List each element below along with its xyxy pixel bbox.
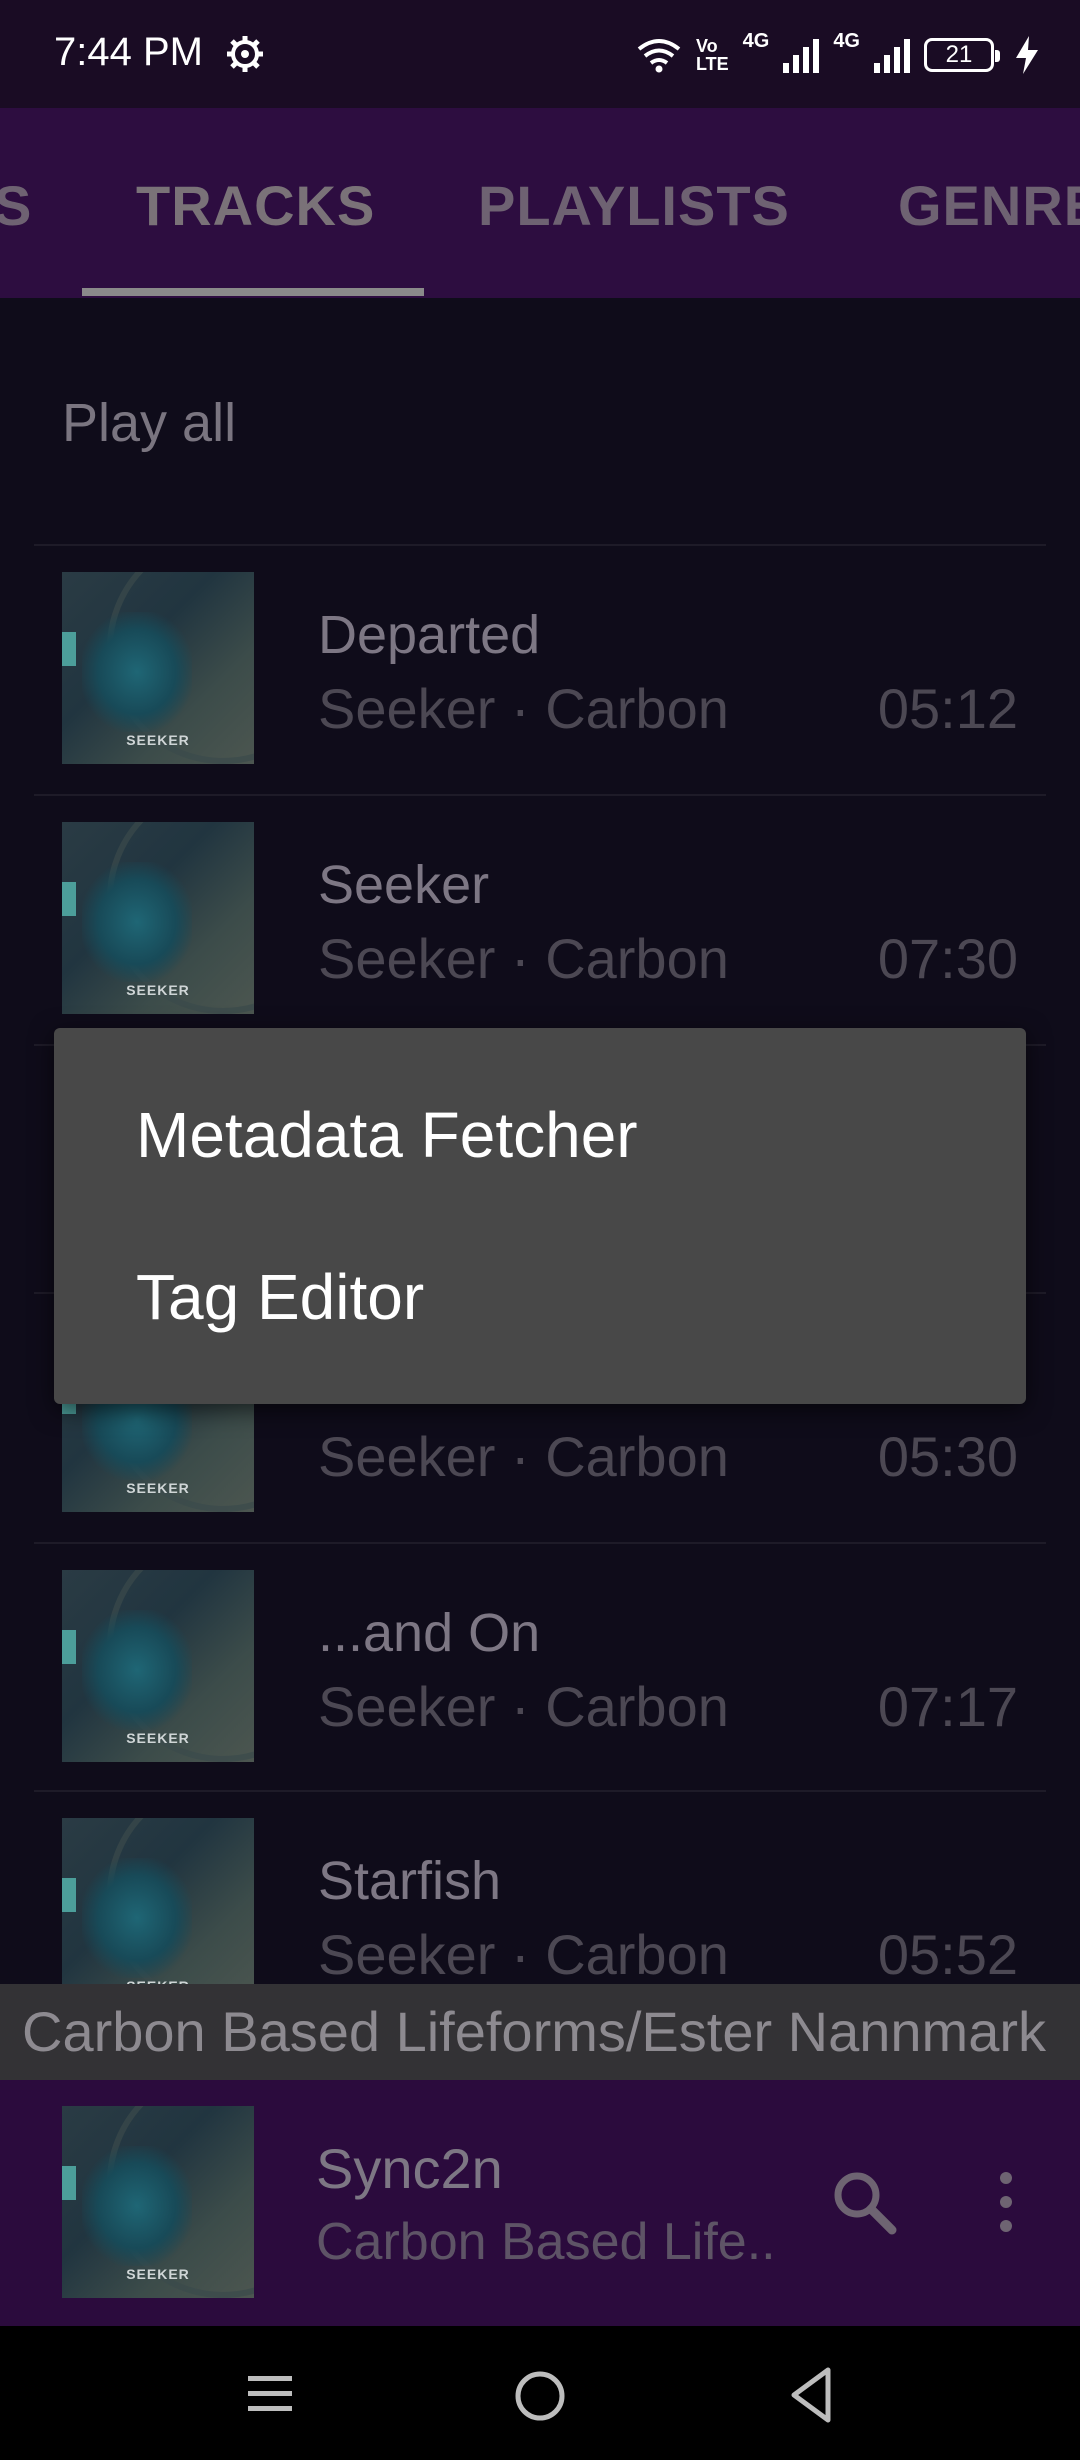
status-icons: Vo LTE 4G 4G 21 xyxy=(636,30,1040,80)
settings-gear-icon xyxy=(227,36,263,72)
divider xyxy=(34,1790,1046,1792)
tab-artists[interactable]: S xyxy=(0,173,32,238)
album-art: SEEKER xyxy=(62,1570,254,1762)
album-art: SEEKER xyxy=(62,1818,254,1984)
now-playing-marquee: Carbon Based Lifeforms/Ester Nannmark xyxy=(0,1984,1080,2080)
signal-icon-2 xyxy=(874,37,910,73)
status-time: 7:44 PM xyxy=(54,30,203,74)
signal-icon xyxy=(783,37,820,73)
track-row[interactable]: SEEKER Seeker Seeker · Carbon 07:30 xyxy=(0,798,1080,1046)
track-title: Seeker xyxy=(318,855,490,915)
tab-genres[interactable]: GENRE xyxy=(898,173,1080,238)
track-row[interactable]: SEEKER Departed Seeker · Carbon 05:12 xyxy=(0,548,1080,796)
now-playing-artist: Carbon Based Life.. xyxy=(316,2213,776,2271)
track-row[interactable]: SEEKER Starfish Seeker · Carbon 05:52 xyxy=(0,1794,1080,1984)
tab-bar: S TRACKS PLAYLISTS GENRE xyxy=(0,108,1080,298)
context-menu: Metadata Fetcher Tag Editor xyxy=(54,1028,1026,1404)
network-4g-label-2: 4G xyxy=(833,30,860,52)
track-subtitle: Seeker · Carbon xyxy=(318,1675,729,1738)
search-icon[interactable] xyxy=(828,2166,900,2238)
tab-tracks[interactable]: TRACKS xyxy=(136,173,375,238)
menu-item-tag-editor[interactable]: Tag Editor xyxy=(136,1260,424,1334)
track-title: ...and On xyxy=(318,1603,541,1663)
charging-bolt-icon xyxy=(1016,36,1038,74)
back-icon[interactable] xyxy=(782,2364,840,2426)
tab-playlists[interactable]: PLAYLISTS xyxy=(478,173,790,238)
track-title: Starfish xyxy=(318,1851,502,1911)
track-duration: 05:12 xyxy=(877,677,1018,740)
divider xyxy=(34,544,1046,546)
track-subtitle: Seeker · Carbon xyxy=(318,677,729,740)
battery-icon: 21 xyxy=(924,38,1000,72)
track-duration: 05:52 xyxy=(877,1923,1018,1984)
track-subtitle: Seeker · Carbon xyxy=(318,1425,729,1488)
track-subtitle: Seeker · Carbon xyxy=(318,927,729,990)
marquee-text: Carbon Based Lifeforms/Ester Nannmark xyxy=(22,2000,1046,2063)
track-duration: 05:30 xyxy=(877,1425,1018,1488)
play-all-button[interactable]: Play all xyxy=(62,392,236,454)
now-playing-album-art: SEEKER xyxy=(62,2106,254,2298)
home-icon[interactable] xyxy=(512,2368,568,2424)
network-4g-label: 4G xyxy=(742,30,770,52)
track-subtitle: Seeker · Carbon xyxy=(318,1923,729,1984)
divider xyxy=(34,794,1046,796)
wifi-icon xyxy=(637,39,681,73)
divider xyxy=(34,1542,1046,1544)
album-art: SEEKER xyxy=(62,572,254,764)
volte-icon: Vo LTE xyxy=(695,36,729,74)
album-art: SEEKER xyxy=(62,822,254,1014)
more-options-icon[interactable] xyxy=(976,2168,1036,2238)
menu-item-metadata-fetcher[interactable]: Metadata Fetcher xyxy=(136,1098,638,1172)
tab-indicator xyxy=(82,288,424,296)
track-duration: 07:30 xyxy=(877,927,1018,990)
now-playing-bar[interactable]: SEEKER xyxy=(0,2080,1080,2326)
now-playing-title: Sync2n xyxy=(316,2137,503,2200)
track-title: Departed xyxy=(318,605,541,665)
recent-apps-icon[interactable] xyxy=(246,2370,294,2418)
track-row[interactable]: SEEKER ...and On Seeker · Carbon 07:17 xyxy=(0,1546,1080,1794)
track-duration: 07:17 xyxy=(877,1675,1018,1738)
